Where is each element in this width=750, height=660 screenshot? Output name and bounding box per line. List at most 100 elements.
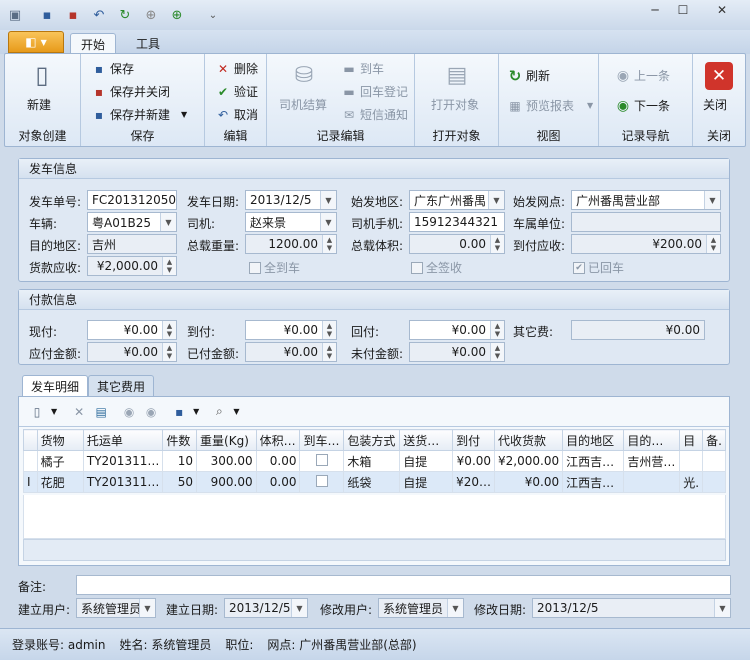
save-icon[interactable]: ▪ [171,404,187,420]
unpaid-field[interactable]: ¥0.00 ▲ ▼ [409,342,505,362]
return-register-button[interactable]: ▬ 回车登记 [341,83,408,100]
save-close-icon[interactable]: ▪ [64,6,82,24]
preview-report-button[interactable]: ▦ 预览报表 ▼ [507,97,593,114]
cell-m[interactable] [679,450,704,472]
table-row[interactable]: I 花肥 TY201311… 50 900.00 0.00 纸袋 自提 ¥20…… [23,471,726,493]
cell-count[interactable]: 10 [162,450,198,472]
cell-arrived-checkbox[interactable] [299,471,345,493]
cash-field[interactable]: ¥0.00 ▲ ▼ [87,320,177,340]
next-record-button[interactable]: ◉ 下一条 [615,97,670,114]
cell-weight[interactable]: 300.00 [196,450,257,472]
return-pay-field[interactable]: ¥0.00 ▲ ▼ [409,320,505,340]
cell-arrived-checkbox[interactable] [299,450,345,472]
customize-icon[interactable]: ⌄ [204,6,222,24]
spinner-icon[interactable]: ▲ ▼ [322,321,336,339]
delete-row-icon[interactable]: ✕ [71,404,87,420]
undo-icon[interactable]: ↶ [90,6,108,24]
close-window-button[interactable]: ✕ [702,1,742,19]
column-header[interactable]: 货物 [36,429,84,451]
spinner-icon[interactable]: ▲ ▼ [162,343,176,361]
cell-dest-site[interactable] [623,471,681,493]
cancel-button[interactable]: ↶ 取消 [215,106,258,123]
payable-field[interactable]: ¥0.00 ▲ ▼ [87,342,177,362]
table-row[interactable]: 橘子 TY201311… 10 300.00 0.00 木箱 自提 ¥0.00 … [23,450,726,472]
origin-field[interactable]: 广东广州番禺 ▼ [409,190,505,210]
arrow-up-icon[interactable]: ◉ [121,404,137,420]
cell-waybill[interactable]: TY201311… [82,471,164,493]
prev-record-button[interactable]: ◉ 上一条 [615,67,670,84]
refresh-button[interactable]: ↻ 刷新 [507,67,550,85]
arrive-due-field[interactable]: ¥200.00 ▲ ▼ [571,234,721,254]
column-header[interactable]: 目的地区 [562,429,625,451]
paid-field[interactable]: ¥0.00 ▲ ▼ [245,342,337,362]
save-button[interactable]: ▪ 保存 [91,60,134,77]
cell-count[interactable]: 50 [162,471,198,493]
cell-dest-site[interactable]: 吉州营… [623,450,681,472]
arrive-button[interactable]: ▬ 到车 [341,60,384,77]
spinner-icon[interactable]: ▲ ▼ [322,343,336,361]
total-volume-field[interactable]: 0.00 ▲ ▼ [409,234,505,254]
spinner-icon[interactable]: ▲ ▼ [490,235,504,253]
driver-field[interactable]: 赵来景 ▼ [245,212,337,232]
column-header[interactable]: 目 [679,429,704,451]
dest-field[interactable]: 吉州 [87,234,177,254]
column-header[interactable]: 到付 [452,429,496,451]
goods-due-field[interactable]: ¥2,000.00 ▲ ▼ [87,256,177,276]
save-close-button[interactable]: ▪ 保存并关闭 [91,83,170,100]
cell-goods[interactable]: 橘子 [36,450,84,472]
cell-cod-arrive[interactable]: ¥0.00 [452,450,496,472]
all-signed-checkbox[interactable]: 全签收 [411,259,462,276]
cell-collect[interactable]: ¥2,000.00 [494,450,564,472]
spinner-icon[interactable]: ▲ ▼ [322,235,336,253]
tab-other-fees[interactable]: 其它费用 [88,375,155,396]
refresh-icon[interactable]: ↻ [116,6,134,24]
column-header[interactable]: 目的… [623,429,681,451]
cell-m[interactable]: 光. [679,471,704,493]
column-header[interactable]: 送货… [399,429,454,451]
column-header[interactable]: 托运单 [82,429,164,451]
down-icon[interactable]: ⊕ [168,6,186,24]
cell-volume[interactable]: 0.00 [255,471,301,493]
chevron-down-icon[interactable]: ▼ [291,599,307,617]
cell-weight[interactable]: 900.00 [196,471,257,493]
cell-dest[interactable]: 江西吉… [562,450,625,472]
column-header[interactable]: 代收货款 [494,429,564,451]
column-header[interactable]: 包装方式 [343,429,401,451]
spinner-icon[interactable]: ▲ ▼ [162,257,176,275]
driver-phone-field[interactable]: 15912344321 [409,212,505,232]
close-button[interactable]: 关闭 [703,96,727,113]
export-icon[interactable]: ▤ [93,404,109,420]
dispatch-date-field[interactable]: 2013/12/5 ▼ [245,190,337,210]
save-new-button[interactable]: ▪ 保存并新建 ▼ [91,106,187,123]
cell-delivery[interactable]: 自提 [399,450,454,472]
app-menu-button[interactable]: ◧ ▼ [8,31,64,53]
remark-field[interactable] [76,575,731,595]
chevron-down-icon[interactable]: ▼ [320,191,336,209]
vehicle-field[interactable]: 粤A01B25 ▼ [87,212,177,232]
cell-dest[interactable]: 江西吉… [562,471,625,493]
column-header[interactable]: 重量(Kg) [196,429,257,451]
cell-waybill[interactable]: TY201311… [82,450,164,472]
column-header[interactable]: 备. [702,429,726,451]
column-header[interactable]: 件数 [162,429,198,451]
save-icon[interactable]: ▪ [38,6,56,24]
chevron-down-icon[interactable]: ▼ [447,599,463,617]
tab-home[interactable]: 开始 [70,33,117,54]
cell-volume[interactable]: 0.00 [255,450,301,472]
cell-note[interactable] [702,471,726,493]
total-weight-field[interactable]: 1200.00 ▲ ▼ [245,234,337,254]
origin-site-field[interactable]: 广州番禺营业部 ▼ [571,190,721,210]
chevron-down-icon[interactable]: ▼ [320,213,336,231]
chevron-down-icon[interactable]: ▼ [704,191,720,209]
cell-collect[interactable]: ¥0.00 [494,471,564,493]
delete-button[interactable]: ✕ 删除 [215,60,258,77]
all-arrived-checkbox[interactable]: 全到车 [249,259,300,276]
arrow-down-icon[interactable]: ◉ [143,404,159,420]
chevron-down-icon[interactable]: ▼ [139,599,155,617]
chevron-down-icon[interactable]: ▼ [714,599,730,617]
chevron-down-icon[interactable]: ▼ [160,213,176,231]
open-object-button[interactable]: 打开对象 [431,96,479,113]
other-fee-field[interactable]: ¥0.00 [571,320,705,340]
spinner-icon[interactable]: ▲ ▼ [706,235,720,253]
spinner-icon[interactable]: ▲ ▼ [490,321,504,339]
